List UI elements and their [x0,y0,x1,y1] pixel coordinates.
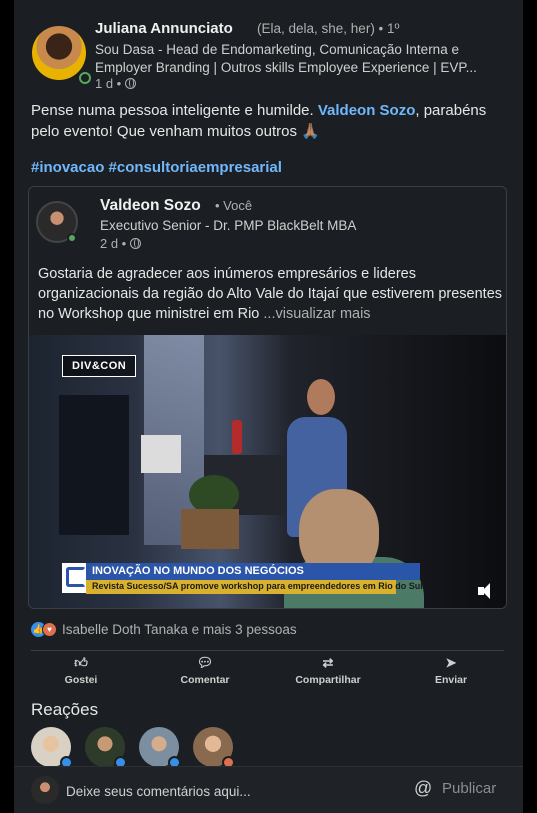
author-pronouns: (Ela, dela, she, her) • 1º [257,21,400,36]
video-scene-banner [141,435,181,473]
news-channel-icon [62,563,86,593]
hashtags-link[interactable]: #inovacao #consultoriaempresarial [31,159,282,176]
video-channel-logo: DIV&CON [62,355,137,377]
video-news-caption: INOVAÇÃO NO MUNDO DOS NEGÓCIOS Revista S… [62,563,423,607]
comment-icon: 💬︎ [196,655,214,670]
shared-online-status-icon [67,233,77,243]
shared-post-meta: 2 d • [100,236,142,251]
mute-icon[interactable] [478,583,496,599]
like-button[interactable]: 👍︎ Gostei [36,654,126,687]
send-button[interactable]: ➤ Enviar [406,654,496,687]
post-meta: 1 d • [95,76,137,91]
reactions-count-text: Isabelle Doth Tanaka e mais 3 pessoas [62,622,297,637]
thumb-up-icon: 👍︎ [74,655,88,670]
shared-you-label: • Você [215,198,253,213]
author-headline: Sou Dasa - Head de Endomarketing, Comuni… [95,42,477,75]
love-reaction-icon: ♥ [42,622,57,637]
shared-post-card[interactable]: Valdeon Sozo • Você Executivo Senior - D… [28,186,507,609]
shared-author-headline: Executivo Senior - Dr. PMP BlackBelt MBA [100,218,357,233]
shared-post-text: Gostaria de agradecer aos inúmeros empre… [38,264,504,324]
author-name[interactable]: Juliana Annunciato [95,20,233,37]
divider [31,650,504,651]
mention-link[interactable]: Valdeon Sozo [318,102,416,119]
comment-input[interactable] [66,781,396,801]
publish-button[interactable]: Publicar [442,780,496,797]
online-status-icon [77,70,91,84]
news-caption-title: INOVAÇÃO NO MUNDO DOS NEGÓCIOS [86,563,420,580]
reactions-heading: Reações [31,700,99,719]
feed-post-frame: Juliana Annunciato (Ela, dela, she, her)… [14,0,523,813]
video-scene-extinguisher [232,420,242,454]
comment-bar: @ Publicar [14,766,523,813]
see-more-link[interactable]: ...visualizar mais [263,306,370,322]
repost-icon: ⇄ [322,655,334,670]
reactor-avatar[interactable] [139,727,181,769]
post-actions: 👍︎ Gostei 💬︎ Comentar ⇄ Compartilhar ➤ E… [14,654,523,690]
comment-label: Comentar [180,674,230,686]
post-header: Juliana Annunciato (Ela, dela, she, her)… [14,12,523,92]
send-label: Enviar [434,674,468,686]
video-scene-speaker-head [307,379,335,415]
shared-author-name[interactable]: Valdeon Sozo [100,197,201,215]
globe-icon [125,78,137,89]
news-caption-subtitle: Revista Sucesso/SA promove workshop para… [86,580,423,594]
video-scene-door [59,395,129,535]
comment-button[interactable]: 💬︎ Comentar [160,654,250,687]
reactions-summary[interactable]: 👍 ♥ Isabelle Doth Tanaka e mais 3 pessoa… [31,622,297,637]
send-icon: ➤ [445,655,457,670]
video-scene-pot [181,509,239,549]
repost-label: Compartilhar [295,674,361,686]
mention-at-icon[interactable]: @ [414,778,432,799]
shared-post-time: 2 d • [100,236,127,251]
repost-button[interactable]: ⇄ Compartilhar [283,654,373,687]
globe-icon [130,238,142,249]
reactors-list [31,727,235,769]
current-user-avatar [31,776,59,804]
reactor-avatar[interactable] [31,727,73,769]
post-time: 1 d • [95,76,122,91]
video-player[interactable]: DIV&CON INOVAÇÃO NO MUNDO DOS NEGÓCIOS R… [29,335,506,608]
reactor-avatar[interactable] [193,727,235,769]
like-label: Gostei [64,674,98,686]
post-text-before: Pense numa pessoa inteligente e humilde. [31,102,318,119]
reactor-avatar[interactable] [85,727,127,769]
post-text: Pense numa pessoa inteligente e humilde.… [31,100,501,142]
